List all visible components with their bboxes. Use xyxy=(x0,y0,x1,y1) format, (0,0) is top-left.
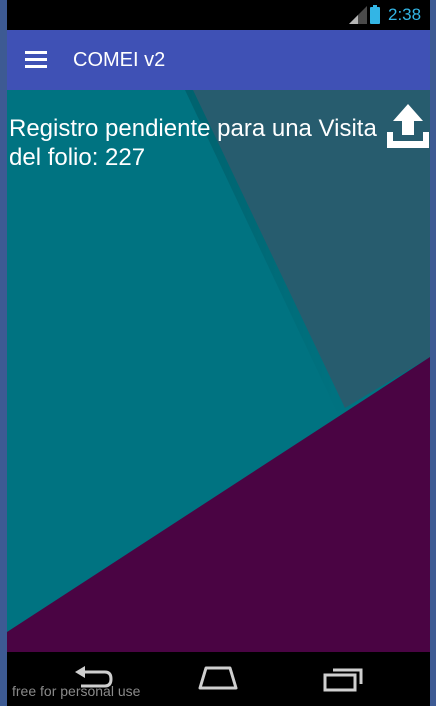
phone-screen: 2:38 COMEI v2 Registro pendiente para un… xyxy=(7,0,430,706)
background-artwork xyxy=(7,90,430,652)
frame-edge-left xyxy=(0,0,7,706)
battery-icon xyxy=(370,5,380,24)
status-clock: 2:38 xyxy=(388,5,422,24)
signal-icon xyxy=(349,6,367,24)
main-content: Registro pendiente para una Visita del f… xyxy=(7,90,430,652)
navigation-bar: free for personal use xyxy=(7,652,430,706)
app-bar: COMEI v2 xyxy=(7,30,430,90)
upload-icon[interactable] xyxy=(387,104,429,148)
recents-icon[interactable] xyxy=(323,666,363,692)
app-title: COMEI v2 xyxy=(73,49,166,71)
watermark-text: free for personal use xyxy=(12,683,141,699)
menu-icon[interactable] xyxy=(25,51,47,69)
status-bar: 2:38 xyxy=(7,0,430,30)
pending-record-message: Registro pendiente para una Visita del f… xyxy=(9,115,377,171)
home-icon[interactable] xyxy=(196,666,240,690)
device-frame: 2:38 COMEI v2 Registro pendiente para un… xyxy=(0,0,436,706)
frame-edge-right xyxy=(430,0,436,706)
